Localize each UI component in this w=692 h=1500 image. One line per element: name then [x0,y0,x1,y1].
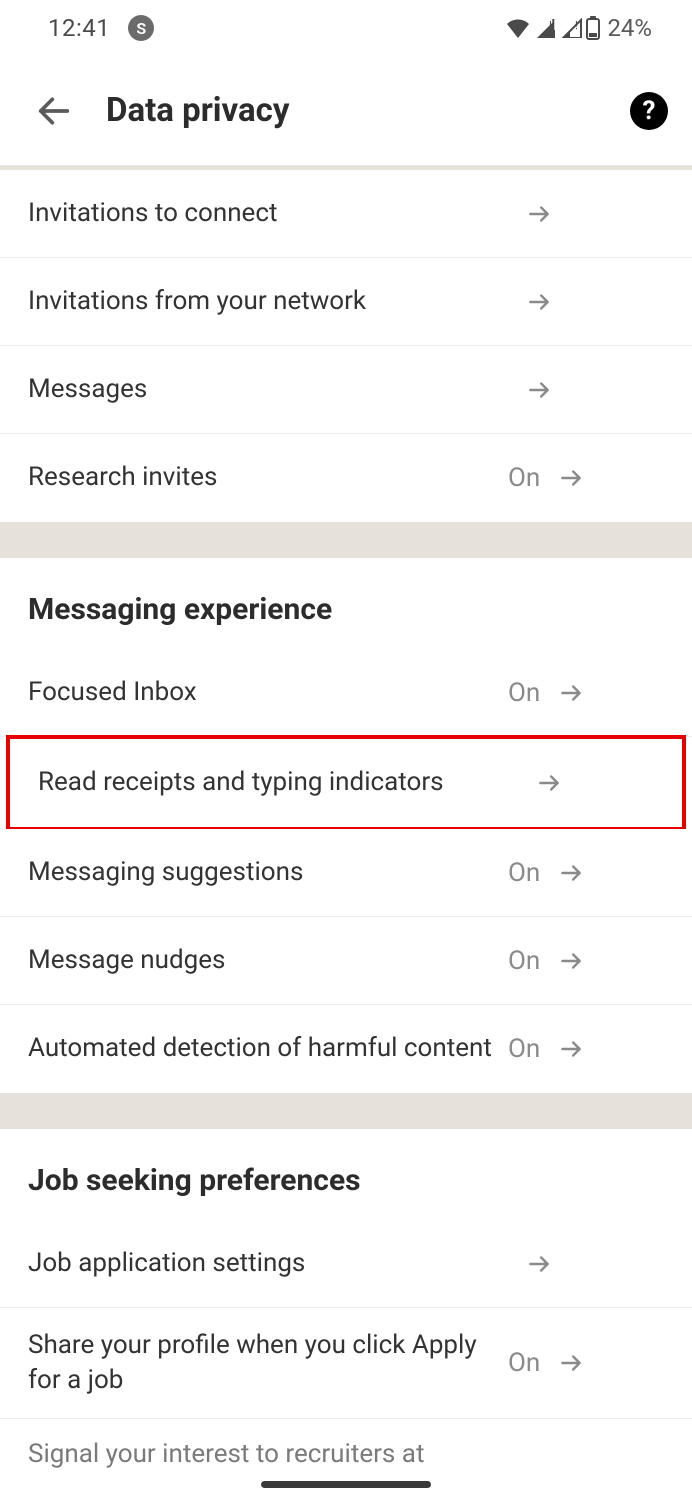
section-header: Job seeking preferences [0,1129,692,1220]
chevron-right-icon [558,948,584,974]
settings-group-job: Job seeking preferences Job application … [0,1129,692,1469]
chevron-right-icon [526,377,552,403]
status-bar: 12:41 S ! ! 24% [0,0,692,56]
settings-group-messaging: Messaging experience Focused Inbox On Re… [0,558,692,1093]
row-label: Invitations to connect [28,196,508,231]
settings-row-share-profile-apply[interactable]: Share your profile when you click Apply … [0,1308,692,1419]
chevron-right-icon [558,465,584,491]
row-value: On [508,858,540,888]
section-gap [0,522,692,558]
battery-text: 24% [607,14,652,42]
battery-icon [585,16,601,40]
svg-text:!: ! [575,19,578,32]
settings-group: Invitations to connect Invitations from … [0,170,692,522]
settings-row-messaging-suggestions[interactable]: Messaging suggestions On [0,829,692,917]
row-label: Research invites [28,460,508,495]
status-time: 12:41 [48,14,110,42]
back-button[interactable] [30,87,78,135]
chevron-right-icon [536,770,562,796]
page-title: Data privacy [106,91,602,130]
settings-row-messages[interactable]: Messages [0,346,692,434]
app-bar: Data privacy ? [0,56,692,166]
svg-text:!: ! [549,19,552,32]
settings-row-message-nudges[interactable]: Message nudges On [0,917,692,1005]
chevron-right-icon [526,289,552,315]
chevron-right-icon [526,201,552,227]
nav-handle[interactable] [261,1481,431,1488]
chevron-right-icon [526,1251,552,1277]
row-value: On [508,946,540,976]
settings-row-invitations-connect[interactable]: Invitations to connect [0,170,692,258]
signal2-icon: ! [559,18,583,38]
settings-row-cutoff: Signal your interest to recruiters at [0,1419,692,1469]
section-header: Messaging experience [0,558,692,649]
wifi-icon [505,18,531,38]
signal-icon: ! [533,18,557,38]
help-button[interactable]: ? [630,92,668,130]
row-label: Focused Inbox [28,675,508,710]
section-gap [0,1093,692,1129]
chevron-right-icon [558,1036,584,1062]
settings-row-invitations-network[interactable]: Invitations from your network [0,258,692,346]
row-value: On [508,1348,540,1378]
row-value: On [508,678,540,708]
chevron-right-icon [558,860,584,886]
row-label: Messaging suggestions [28,855,508,890]
row-label: Read receipts and typing indicators [38,765,518,800]
row-label: Share your profile when you click Apply … [28,1328,508,1398]
row-label: Job application settings [28,1246,508,1281]
row-label: Invitations from your network [28,284,508,319]
chevron-right-icon [558,680,584,706]
row-value: On [508,1034,540,1064]
row-label: Message nudges [28,943,508,978]
row-value: On [508,463,540,493]
chevron-right-icon [558,1350,584,1376]
settings-row-research-invites[interactable]: Research invites On [0,434,692,522]
row-label: Automated detection of harmful content [28,1031,508,1066]
settings-row-focused-inbox[interactable]: Focused Inbox On [0,649,692,737]
settings-row-read-receipts[interactable]: Read receipts and typing indicators [10,739,682,827]
settings-row-job-application[interactable]: Job application settings [0,1220,692,1308]
app-badge-icon: S [128,15,154,41]
highlighted-row-container: Read receipts and typing indicators [6,735,686,831]
row-label: Messages [28,372,508,407]
settings-row-harmful-content[interactable]: Automated detection of harmful content O… [0,1005,692,1093]
